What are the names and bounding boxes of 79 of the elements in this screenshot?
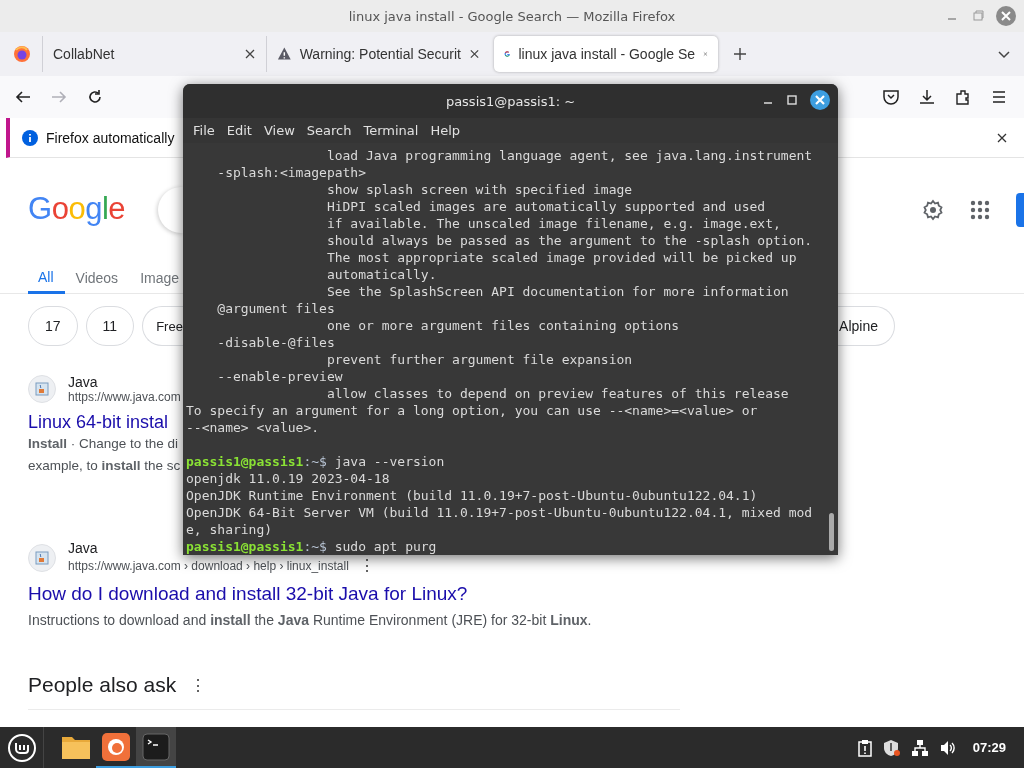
terminal-title: passis1@passis1: ~ xyxy=(445,93,576,109)
window-title: linux java install - Google Search — Mozilla Firefox xyxy=(348,8,676,24)
more-options-button[interactable]: ⋮ xyxy=(358,556,375,575)
scrollbar-thumb[interactable] xyxy=(829,513,834,551)
terminal-output-line: --<name> <value>. xyxy=(186,419,321,436)
menu-item[interactable]: File xyxy=(187,123,221,138)
result-url: https://www.java.com xyxy=(68,390,181,404)
terminal-output-line: The most appropriate scaled image provided will be picked up xyxy=(325,249,798,266)
menu-item[interactable]: Help xyxy=(424,123,467,138)
terminal-output-line: show splash screen with specified image xyxy=(325,181,634,198)
menu-item[interactable]: View xyxy=(257,123,301,138)
browser-tab[interactable]: CollabNet xyxy=(42,36,266,72)
result-title-link[interactable]: Linux 64-bit instal xyxy=(28,412,183,433)
settings-icon[interactable] xyxy=(922,199,944,221)
terminal-output-line: automatically. xyxy=(325,266,438,283)
more-options-button[interactable]: ⋮ xyxy=(190,675,207,695)
prompt-user: passis1@passis1 xyxy=(186,539,304,554)
warning-icon xyxy=(277,46,292,62)
prompt-path: :~$ xyxy=(303,539,327,554)
pocket-icon[interactable] xyxy=(882,88,900,106)
search-tab[interactable]: Videos xyxy=(64,262,130,294)
clock-time[interactable]: 07:29 xyxy=(972,740,1006,755)
info-icon xyxy=(22,129,38,146)
search-tab[interactable]: Image xyxy=(129,262,180,294)
terminal-output-line: See the SplashScreen API documentation for more information xyxy=(325,283,790,300)
terminal-output-line: e, sharing) xyxy=(186,521,274,538)
firefox-icon xyxy=(102,732,130,761)
apps-grid-icon[interactable] xyxy=(970,200,990,220)
typed-command: sudo apt purg xyxy=(334,539,437,554)
clipboard-icon[interactable] xyxy=(856,738,873,757)
shield-icon[interactable] xyxy=(882,738,901,757)
terminal-output-line: one or more argument files containing options xyxy=(325,317,681,334)
section-heading: People also ask xyxy=(28,673,177,697)
notification-text: Firefox automatically xyxy=(46,129,175,146)
terminal-output-line: HiDPI scaled images are automatically supported and used xyxy=(325,198,767,215)
terminal-output-line: -disable-@files xyxy=(216,334,336,351)
terminal-output-line: OpenJDK Runtime Environment (build 11.0.19+7-post-Ubuntu-0ubuntu122.04.1) xyxy=(186,487,759,504)
menu-item[interactable]: Edit xyxy=(220,123,258,138)
terminal-output-line: -splash:<imagepath> xyxy=(216,164,367,181)
result-snippet: Install · Change to the di xyxy=(28,435,180,453)
network-icon[interactable] xyxy=(910,738,929,757)
browser-tab[interactable]: linux java install - Google Se xyxy=(494,36,718,72)
browser-tab[interactable]: Warning: Potential Securit xyxy=(266,36,490,72)
reload-button[interactable] xyxy=(86,88,104,106)
terminal-output-line: prevent further argument file expansion xyxy=(325,351,634,368)
close-button[interactable] xyxy=(810,90,830,110)
result-url: https://www.java.com › download › help › linux_install xyxy=(68,558,349,573)
site-name: Java xyxy=(68,374,98,390)
typed-command: java --version xyxy=(334,454,445,469)
search-tab[interactable]: All xyxy=(28,262,65,294)
terminal-output-line: load Java programming language agent, see java.lang.instrument xyxy=(325,147,814,164)
new-tab-icon[interactable] xyxy=(732,46,748,62)
result-title-link[interactable]: How do I download and install 32-bit Java for Linux? xyxy=(28,583,1024,605)
firefox-icon[interactable] xyxy=(13,45,31,63)
terminal-output-line: @argument files xyxy=(216,300,336,317)
mint-menu-icon[interactable] xyxy=(6,732,37,763)
terminal-output-line: should always be passed as the argument to the -splash option. xyxy=(325,232,814,249)
menu-icon[interactable] xyxy=(990,88,1008,106)
menu-item[interactable]: Terminal xyxy=(357,123,425,138)
terminal-output-line: if available. The unscaled image filename, e.g. image.ext, xyxy=(325,215,782,232)
site-name: Java xyxy=(68,540,98,556)
terminal-output-line: openjdk 11.0.19 2023-04-18 xyxy=(186,470,391,487)
menu-item[interactable]: Search xyxy=(300,123,358,138)
extensions-icon[interactable] xyxy=(954,88,972,106)
close-icon[interactable] xyxy=(244,48,256,60)
result-snippet: example, to install the sc xyxy=(28,457,182,475)
terminal-output-line: --enable-preview xyxy=(216,368,344,385)
download-icon[interactable] xyxy=(918,88,936,106)
terminal-icon xyxy=(142,732,170,761)
result-snippet: Instructions to download and install the Java Runtime Environment (JRE) for 32-bit Linux. xyxy=(28,611,593,630)
prompt-user: passis1@passis1 xyxy=(186,454,304,469)
google-logo[interactable]: Google xyxy=(28,189,128,231)
terminal-output-line: To specify an argument for a long option, you can use --<name>=<value> or xyxy=(186,402,759,419)
terminal-output-line: allow classes to depend on preview features of this release xyxy=(325,385,790,402)
terminal-output-line: OpenJDK 64-Bit Server VM (build 11.0.19+7-post-Ubuntu-0ubuntu122.04.1, mixed mod xyxy=(186,504,814,521)
close-icon[interactable] xyxy=(996,131,1008,144)
prompt-path: :~$ xyxy=(303,454,327,469)
taskbar-app-button[interactable] xyxy=(136,727,176,768)
maximize-button[interactable] xyxy=(786,94,798,106)
